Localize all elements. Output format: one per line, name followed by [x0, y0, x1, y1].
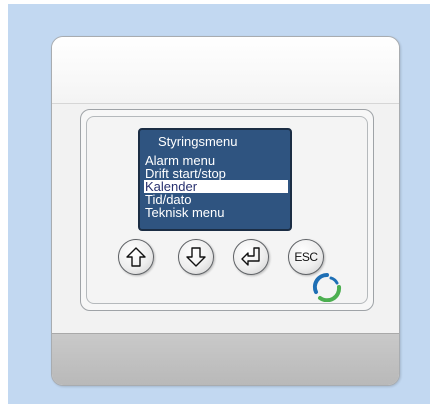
- device-top-cover: [52, 37, 399, 104]
- enter-button[interactable]: [233, 239, 269, 275]
- enter-return-icon: [241, 247, 260, 266]
- device-bottom-cover: [52, 333, 399, 385]
- esc-button[interactable]: ESC: [288, 239, 324, 275]
- esc-label: ESC: [294, 250, 318, 264]
- brand-logo-icon: [312, 272, 342, 302]
- arrow-down-outline-icon: [186, 247, 206, 267]
- menu-title: Styringsmenu: [158, 134, 238, 149]
- menu-item-teknisk[interactable]: Teknisk menu: [144, 206, 288, 219]
- down-button[interactable]: [178, 239, 214, 275]
- arrow-up-outline-icon: [126, 247, 146, 267]
- lcd-display: Styringsmenu Alarm menu Drift start/stop…: [138, 128, 292, 231]
- up-button[interactable]: [118, 239, 154, 275]
